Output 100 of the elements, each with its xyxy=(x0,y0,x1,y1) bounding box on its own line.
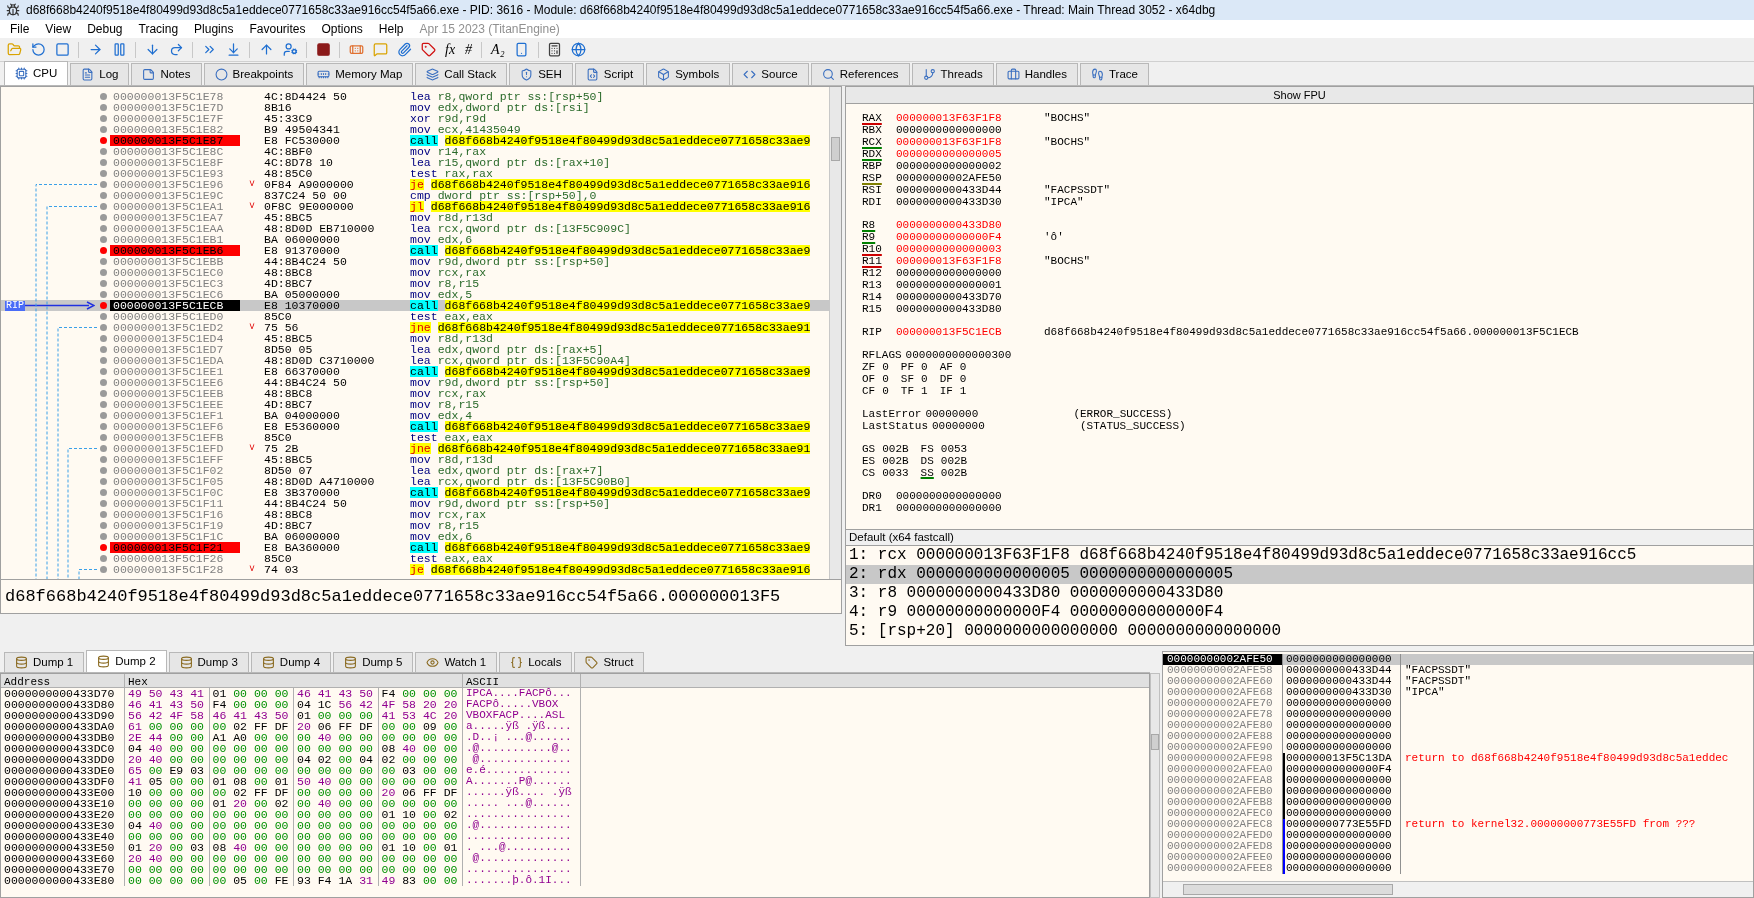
instruction-mnemonic: mov xyxy=(410,256,431,267)
tab[interactable]: Breakpoints xyxy=(203,63,305,85)
address-cell-text: 000000013F5C1E82 xyxy=(112,124,225,135)
tab[interactable]: Trace xyxy=(1079,63,1149,85)
column-header[interactable]: Hex xyxy=(125,674,463,687)
menu-item[interactable]: Options xyxy=(313,20,371,38)
tab[interactable]: Source xyxy=(732,63,809,85)
tab[interactable]: References xyxy=(810,63,910,85)
hex-cell: 01 08 00 01 xyxy=(209,776,294,787)
column-header[interactable]: Address xyxy=(1,674,125,687)
bug-icon xyxy=(6,3,20,17)
instruction-operands: d68f668b4240f9518e4f80499d93d8c5a1eddece0771658c33ae9 xyxy=(444,487,811,498)
tab[interactable]: Notes xyxy=(131,63,202,85)
menu-item[interactable]: Favourites xyxy=(241,20,314,38)
stack-address: 00000000002AFEB8 xyxy=(1163,797,1283,808)
toolbar-button[interactable]: # xyxy=(462,41,476,58)
tab[interactable]: Locals xyxy=(499,652,573,672)
stack-value[interactable]: 0000000000000000 xyxy=(1283,742,1401,753)
instruction-mnemonic: call xyxy=(410,487,438,498)
address-cell-text: 000000013F5C1EBB xyxy=(112,256,225,267)
horizontal-scrollbar[interactable] xyxy=(1163,881,1753,897)
tab[interactable]: Symbols xyxy=(646,63,731,85)
address-cell: 0000000000433DF0 xyxy=(1,776,125,787)
stack-value[interactable]: 0000000000000000 xyxy=(1283,808,1401,819)
instruction-mnemonic: mov xyxy=(410,124,431,135)
bytes-cell-text: 4C:8D78 10 xyxy=(264,157,334,168)
hex-cell: 00 00 00 00 xyxy=(294,743,379,754)
stack-value[interactable]: 0000000000000000 xyxy=(1283,709,1401,720)
tab[interactable]: Threads xyxy=(911,63,994,85)
scrollbar[interactable] xyxy=(829,87,841,579)
tab[interactable]: Handles xyxy=(995,63,1078,85)
hex-cell: 4F 58 20 20 xyxy=(378,699,463,710)
tab[interactable]: Dump 1 xyxy=(4,652,85,672)
tab[interactable]: CPU xyxy=(4,61,69,85)
note-icon xyxy=(142,68,156,81)
stack-value[interactable]: 0000000000000000 xyxy=(1283,841,1401,852)
tab[interactable]: Dump 4 xyxy=(250,652,332,672)
stack-value[interactable]: 0000000000000000 xyxy=(1283,863,1401,874)
show-fpu-button[interactable]: Show FPU xyxy=(845,86,1754,104)
hex-cell: 00 00 00 00 xyxy=(294,820,379,831)
address-cell-text: 000000013F5C1F05 xyxy=(112,476,225,487)
tab[interactable]: SEH xyxy=(509,63,573,85)
menu-item[interactable]: Tracing xyxy=(130,20,187,38)
tab[interactable]: Struct xyxy=(574,652,645,672)
stack-value[interactable]: 00000000773E55FD xyxy=(1283,819,1401,830)
hex-cell: 04 1C 56 42 xyxy=(294,699,379,710)
bytes-cell-text: E8 FC530000 xyxy=(264,135,341,146)
stack-value[interactable]: 000000013F5C13DA xyxy=(1283,753,1401,764)
stack-value[interactable]: 0000000000000000 xyxy=(1283,775,1401,786)
stack-value[interactable]: 0000000000000000 xyxy=(1283,852,1401,863)
tab[interactable]: Script xyxy=(574,63,645,85)
stack-value[interactable]: 0000000000000000 xyxy=(1283,731,1401,742)
menu-item[interactable]: Plugins xyxy=(186,20,242,38)
stack-value[interactable]: 0000000000000000 xyxy=(1283,830,1401,841)
stack-value[interactable]: 0000000000433D44 xyxy=(1283,665,1401,676)
scrollbar[interactable] xyxy=(1150,673,1160,898)
argument-row[interactable]: 1: rcx 000000013F63F1F8 d68f668b4240f9518e4f80499d93d8c5a1eddece0771658c33ae916cc5 xyxy=(846,546,1753,565)
instruction-mnemonic: mov xyxy=(410,278,431,289)
hex-cell: 00 00 00 00 xyxy=(125,875,210,886)
braces-icon xyxy=(510,656,524,669)
tab[interactable]: Dump 3 xyxy=(168,652,249,672)
stack-value[interactable]: 0000000000000000 xyxy=(1283,654,1401,665)
stack-address: 00000000002AFED8 xyxy=(1163,841,1283,852)
argument-row[interactable]: 5: [rsp+20] 0000000000000000 0000000000000000 xyxy=(846,622,1753,641)
stack-address: 00000000002AFEE0 xyxy=(1163,852,1283,863)
bytes-cell-text: 75 56 xyxy=(264,322,300,333)
stack-value[interactable]: 0000000000000000 xyxy=(1283,698,1401,709)
bytes-cell-text: 45:33C9 xyxy=(264,113,314,124)
column-header[interactable]: ASCII xyxy=(463,674,581,687)
database-icon xyxy=(179,656,193,669)
bytes-cell-text: BA 06000000 xyxy=(264,531,341,542)
argument-row[interactable]: 2: rdx 0000000000000005 0000000000000005 xyxy=(846,565,1753,584)
stack-value[interactable]: 0000000000000000 xyxy=(1283,720,1401,731)
tab[interactable]: Call Stack xyxy=(415,63,508,85)
stack-value[interactable]: 0000000000433D30 xyxy=(1283,687,1401,698)
argument-row[interactable]: 4: r9 00000000000000F4 00000000000000F4 xyxy=(846,603,1753,622)
address-cell-text: 000000013F5C1EC0 xyxy=(112,267,225,278)
menu-item[interactable]: View xyxy=(37,20,80,38)
stack-value[interactable]: 0000000000000000 xyxy=(1283,786,1401,797)
menu-item[interactable]: Debug xyxy=(79,20,131,38)
tab[interactable]: Watch 1 xyxy=(415,652,498,672)
menu-item[interactable]: Help xyxy=(370,20,412,38)
bytes-cell-text: 48:8BC8 xyxy=(264,267,314,278)
register-comment: "BOCHS" xyxy=(1044,253,1091,269)
instruction-mnemonic: jl xyxy=(410,201,424,212)
tab[interactable]: Log xyxy=(70,63,130,85)
tab[interactable]: Memory Map xyxy=(306,63,414,85)
toolbar-button[interactable]: fx xyxy=(442,41,459,58)
tab[interactable]: Dump 5 xyxy=(333,652,414,672)
hex-cell: 00 00 00 00 xyxy=(209,853,294,864)
stack-value[interactable]: 0000000000000000 xyxy=(1283,797,1401,808)
stack-value[interactable]: 0000000000433D44 xyxy=(1283,676,1401,687)
toolbar-button[interactable]: A₂ xyxy=(488,41,508,58)
argument-row[interactable]: 3: r8 0000000000433D80 0000000000433D80 xyxy=(846,584,1753,603)
bytes-cell-text: E8 BA360000 xyxy=(264,542,341,553)
menu-item[interactable]: File xyxy=(2,20,38,38)
stack-value[interactable]: 00000000000000F4 xyxy=(1283,764,1401,775)
register-value[interactable]: 000000013F5C1ECB xyxy=(896,323,1044,341)
tab[interactable]: Dump 2 xyxy=(86,650,167,672)
address-cell-text: 000000013F5C1F1C xyxy=(112,531,225,542)
